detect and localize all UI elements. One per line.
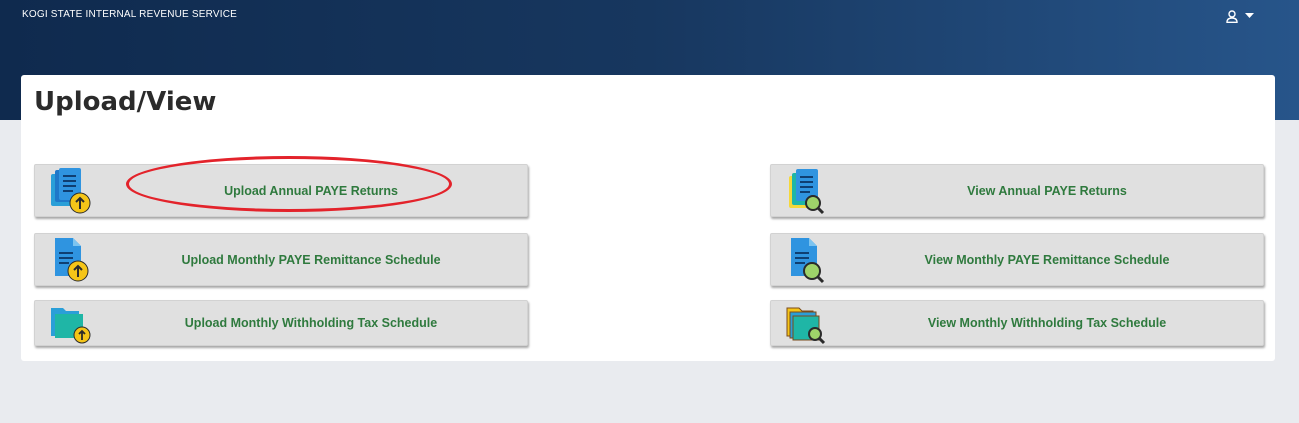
tile-label: Upload Annual PAYE Returns <box>224 183 398 198</box>
tile-label: Upload Monthly Withholding Tax Schedule <box>184 316 438 330</box>
brand-name: KOGI STATE INTERNAL REVENUE SERVICE <box>22 9 238 20</box>
upload-document-icon <box>47 236 93 284</box>
view-monthly-withholding-tax-schedule-button[interactable]: View Monthly Withholding Tax Schedule <box>770 300 1264 346</box>
tile-label: View Monthly Withholding Tax Schedule <box>927 316 1167 330</box>
view-annual-paye-returns-button[interactable]: View Annual PAYE Returns <box>770 164 1264 217</box>
upload-annual-paye-returns-button[interactable]: Upload Annual PAYE Returns <box>34 164 528 217</box>
upload-monthly-paye-remittance-schedule-button[interactable]: Upload Monthly PAYE Remittance Schedule <box>34 233 528 286</box>
user-menu-toggle[interactable] <box>1226 6 1270 26</box>
tile-label: View Monthly PAYE Remittance Schedule <box>924 252 1170 267</box>
tile-label: Upload Monthly PAYE Remittance Schedule <box>181 252 441 267</box>
view-document-icon <box>783 236 829 284</box>
upload-folder-icon <box>47 302 93 350</box>
view-monthly-paye-remittance-schedule-button[interactable]: View Monthly PAYE Remittance Schedule <box>770 233 1264 286</box>
view-folder-icon <box>783 302 829 350</box>
user-icon <box>1226 9 1238 23</box>
caret-down-icon <box>1245 13 1254 19</box>
upload-documents-icon <box>47 167 93 215</box>
upload-monthly-withholding-tax-schedule-button[interactable]: Upload Monthly Withholding Tax Schedule <box>34 300 528 346</box>
view-documents-icon <box>783 167 829 215</box>
tile-label: View Annual PAYE Returns <box>967 183 1127 198</box>
page-title: Upload/View <box>34 87 217 117</box>
